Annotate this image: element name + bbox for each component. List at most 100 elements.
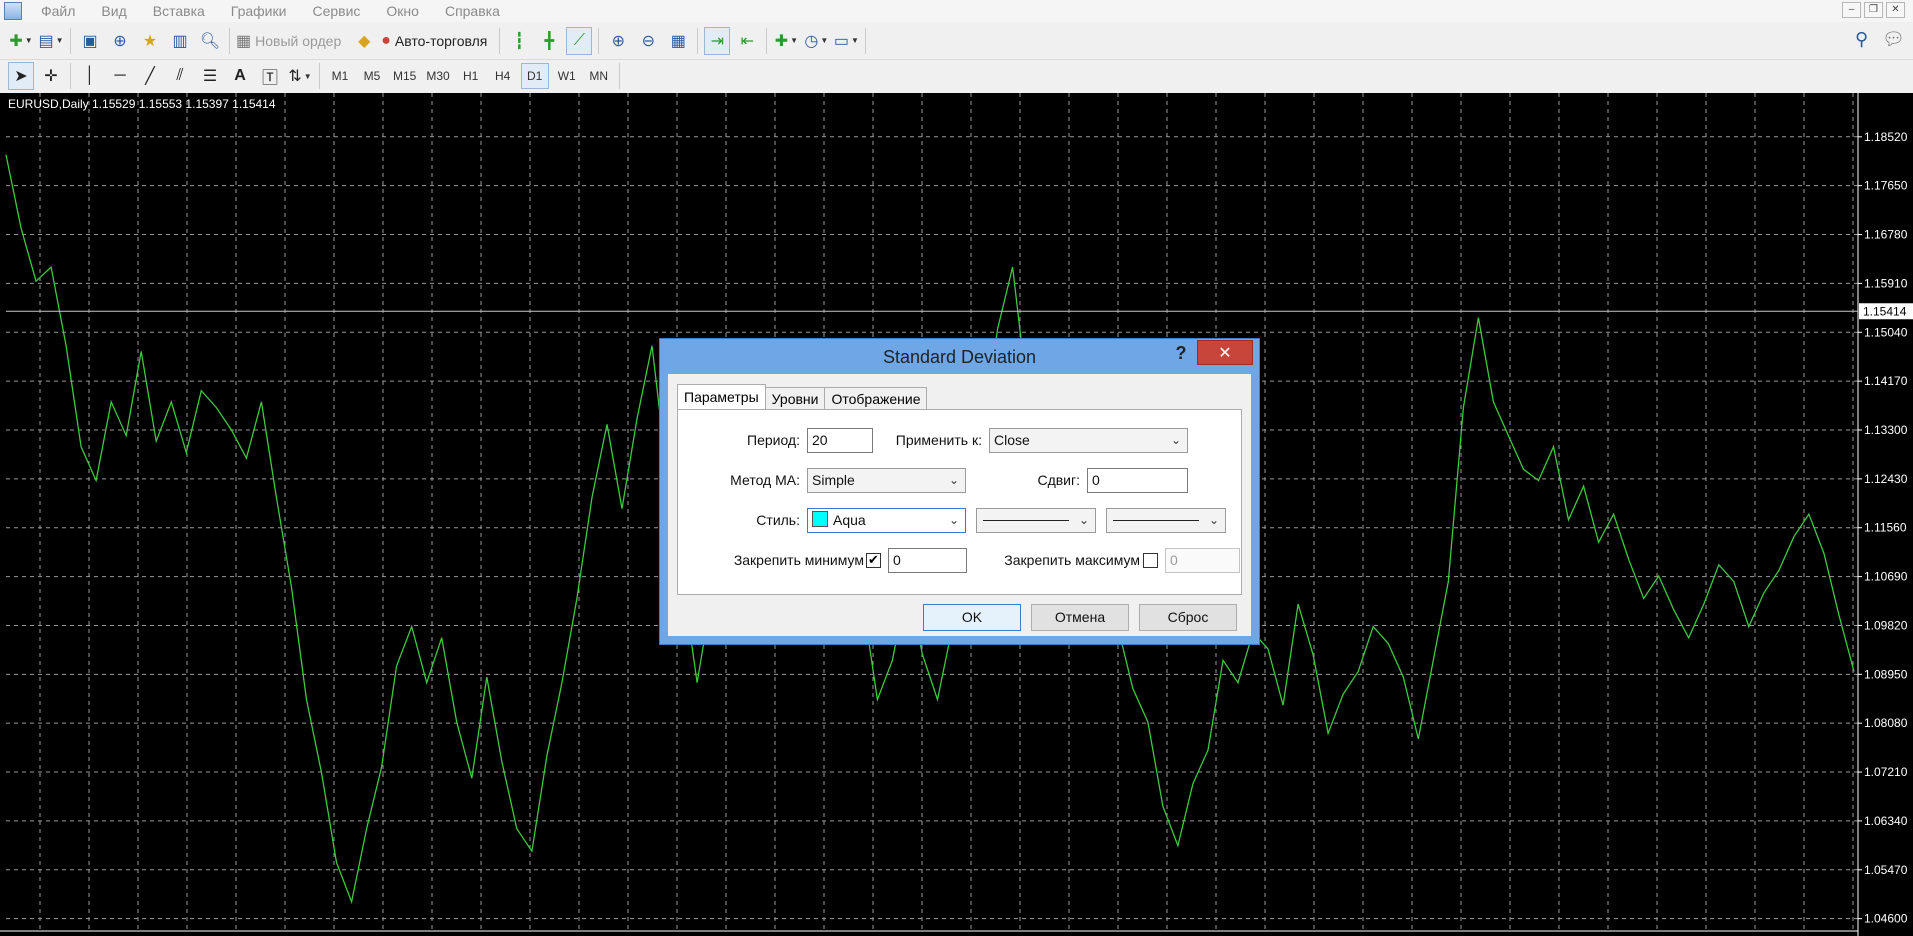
bar-chart-button[interactable]: ┇ bbox=[506, 27, 532, 55]
timeframe-w1[interactable]: W1 bbox=[553, 63, 581, 89]
data-window-button[interactable]: ⊕ bbox=[107, 27, 133, 55]
profiles-button[interactable]: ▤ ▼ bbox=[38, 27, 64, 55]
terminal-button[interactable]: ▥ bbox=[167, 27, 193, 55]
new-order-label: Новый ордер bbox=[255, 32, 342, 49]
parameters-panel: Период: 20 Применить к: Close ⌄ Метод МА… bbox=[677, 409, 1242, 595]
text-label-button[interactable]: 🅃 bbox=[257, 62, 283, 90]
trendline-button[interactable]: ╱ bbox=[137, 62, 163, 90]
templates-button[interactable]: ▭ ▼ bbox=[833, 27, 859, 55]
zoom-out-button[interactable]: ⊖ bbox=[635, 27, 661, 55]
bar-chart-icon: ┇ bbox=[514, 32, 525, 50]
close-icon[interactable]: ✕ bbox=[1197, 340, 1253, 365]
fix-min-input[interactable]: 0 bbox=[888, 548, 967, 573]
price-tick-label: 1.12430 bbox=[1864, 472, 1908, 486]
menu-help[interactable]: Справка bbox=[432, 0, 513, 22]
shift-input[interactable]: 0 bbox=[1087, 468, 1188, 493]
apply-to-value: Close bbox=[994, 432, 1030, 448]
ok-button[interactable]: OK bbox=[923, 604, 1021, 631]
tab-visualization[interactable]: Отображение bbox=[824, 387, 928, 409]
new-chart-button[interactable]: ✚ ▼ bbox=[8, 27, 34, 55]
chevron-down-icon: ⌄ bbox=[948, 513, 959, 527]
vertical-line-button[interactable]: │ bbox=[77, 62, 103, 90]
timeframe-mn[interactable]: MN bbox=[585, 63, 613, 89]
chart-symbol-info: EURUSD,Daily 1.15529 1.15553 1.15397 1.1… bbox=[8, 97, 276, 111]
horizontal-line-icon: ─ bbox=[114, 67, 126, 84]
line-chart-button[interactable]: ⟋ bbox=[566, 26, 593, 55]
period-label: Период: bbox=[747, 432, 800, 448]
minimize-icon[interactable]: – bbox=[1842, 2, 1861, 18]
indicators-button[interactable]: ✚ ▼ bbox=[773, 27, 799, 55]
strategy-tester-button[interactable]: 🔍︎ bbox=[197, 27, 223, 55]
text-button[interactable]: A bbox=[227, 62, 253, 90]
menu-bar: Файл Вид Вставка Графики Сервис Окно Спр… bbox=[0, 0, 1913, 22]
ma-method-select[interactable]: Simple ⌄ bbox=[807, 468, 966, 493]
horizontal-line-button[interactable]: ─ bbox=[107, 62, 133, 90]
autotrading-button[interactable]: ● Авто-торговля bbox=[381, 27, 493, 55]
tab-parameters[interactable]: Параметры bbox=[677, 384, 766, 409]
dialog-title: Standard Deviation bbox=[882, 347, 1037, 367]
timeframe-h1[interactable]: H1 bbox=[457, 63, 485, 89]
menu-file[interactable]: Файл bbox=[28, 0, 88, 22]
help-icon[interactable]: ? bbox=[1171, 343, 1191, 364]
chart-shift-button[interactable]: ⇤ bbox=[734, 27, 760, 55]
price-tick-label: 1.18520 bbox=[1864, 130, 1908, 144]
close-window-icon[interactable]: ✕ bbox=[1886, 2, 1905, 18]
line-width-select[interactable]: ⌄ bbox=[1106, 508, 1226, 533]
crosshair-button[interactable]: ✛ bbox=[38, 62, 64, 90]
menu-charts[interactable]: Графики bbox=[218, 0, 300, 22]
ma-method-label: Метод МА: bbox=[730, 472, 800, 488]
mdi-window-controls: – ❐ ✕ bbox=[1842, 2, 1905, 18]
metaeditor-button[interactable]: ◆ bbox=[351, 27, 377, 55]
zoom-in-button[interactable]: ⊕ bbox=[605, 27, 631, 55]
text-label-icon: 🅃 bbox=[261, 70, 278, 87]
tab-levels[interactable]: Уровни bbox=[764, 387, 826, 409]
menu-tools[interactable]: Сервис bbox=[299, 0, 373, 22]
period-input[interactable]: 20 bbox=[807, 428, 873, 453]
price-tick-label: 1.10690 bbox=[1864, 570, 1908, 584]
periods-button[interactable]: ◷ ▼ bbox=[803, 27, 829, 55]
restore-icon[interactable]: ❐ bbox=[1864, 2, 1883, 18]
chart-shift-icon: ⇤ bbox=[740, 32, 755, 50]
menu-insert[interactable]: Вставка bbox=[140, 0, 218, 22]
market-watch-button[interactable]: ▣ bbox=[77, 27, 103, 55]
chevron-down-icon: ⌄ bbox=[1170, 433, 1181, 447]
dialog-tabs: Параметры Уровни Отображение bbox=[677, 384, 928, 409]
channel-button[interactable]: ⫽ bbox=[167, 62, 193, 90]
price-tick-label: 1.13300 bbox=[1864, 423, 1908, 437]
chevron-down-icon: ⌄ bbox=[1078, 513, 1089, 527]
timeframe-m1[interactable]: M1 bbox=[326, 63, 354, 89]
timeframe-m15[interactable]: M15 bbox=[390, 63, 419, 89]
candlestick-button[interactable]: ╋ bbox=[536, 27, 562, 55]
tile-windows-button[interactable]: ▦ bbox=[665, 27, 691, 55]
autotrading-label: Авто-торговля bbox=[394, 32, 488, 49]
metaeditor-icon: ◆ bbox=[358, 32, 371, 50]
cancel-button[interactable]: Отмена bbox=[1031, 604, 1129, 631]
price-tick-label: 1.16780 bbox=[1864, 228, 1908, 242]
navigator-button[interactable]: ★ bbox=[137, 27, 163, 55]
arrows-button[interactable]: ⇅ ▼ bbox=[287, 62, 313, 90]
apply-to-select[interactable]: Close ⌄ bbox=[989, 428, 1188, 453]
fix-min-checkbox[interactable]: ✔ bbox=[866, 553, 881, 568]
search-icon[interactable]: ⚲ bbox=[1855, 29, 1868, 50]
timeframe-m5[interactable]: M5 bbox=[358, 63, 386, 89]
timeframe-m30[interactable]: M30 bbox=[423, 63, 452, 89]
dialog-body: Параметры Уровни Отображение Период: 20 … bbox=[668, 374, 1251, 636]
fibonacci-button[interactable]: ☰ bbox=[197, 62, 223, 90]
apply-to-label: Применить к: bbox=[895, 432, 982, 448]
timeframe-d1[interactable]: D1 bbox=[520, 63, 549, 89]
market-watch-icon: ▣ bbox=[82, 32, 98, 50]
standard-toolbar: ✚ ▼ ▤ ▼ ▣ ⊕ ★ ▥ 🔍︎ ▦ Новый ордер ◆ ● Авто-… bbox=[0, 22, 1913, 60]
new-order-button[interactable]: ▦ Новый ордер bbox=[236, 27, 347, 55]
auto-scroll-button[interactable]: ⇥ bbox=[704, 26, 731, 55]
chat-icon[interactable]: 💬︎ bbox=[1882, 29, 1905, 50]
new-order-icon: ▦ bbox=[236, 32, 252, 50]
fix-max-input[interactable]: 0 bbox=[1165, 548, 1240, 573]
style-color-select[interactable]: Aqua ⌄ bbox=[807, 508, 966, 533]
timeframe-h4[interactable]: H4 bbox=[489, 63, 517, 89]
fix-max-checkbox[interactable] bbox=[1143, 553, 1158, 568]
line-style-select[interactable]: ⌄ bbox=[976, 508, 1096, 533]
menu-view[interactable]: Вид bbox=[88, 0, 139, 22]
menu-window[interactable]: Окно bbox=[373, 0, 432, 22]
reset-button[interactable]: Сброс bbox=[1139, 604, 1237, 631]
cursor-button[interactable]: ➤ bbox=[8, 62, 34, 90]
